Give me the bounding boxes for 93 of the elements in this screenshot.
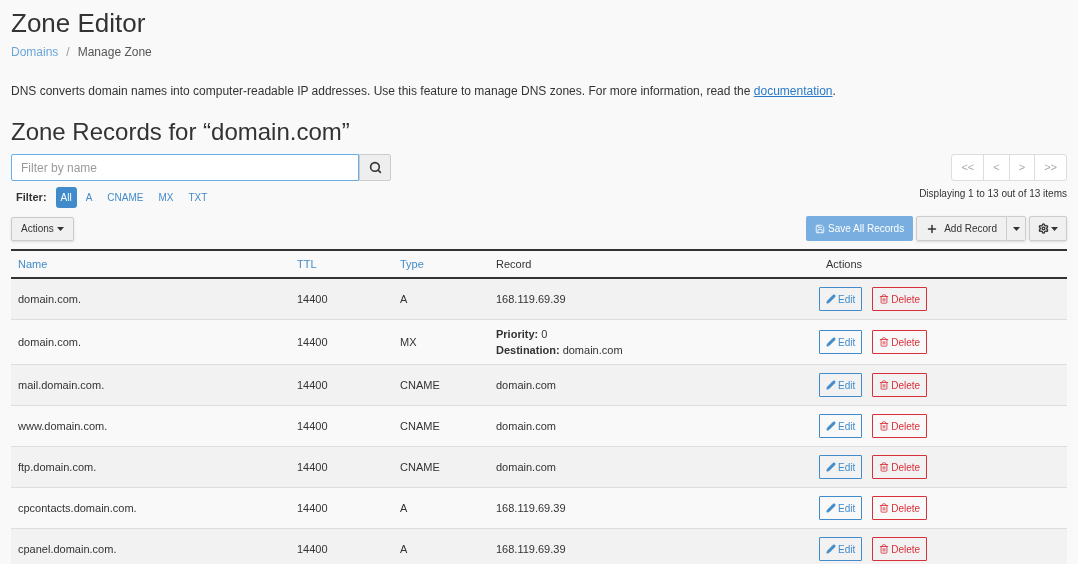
edit-button[interactable]: Edit bbox=[819, 373, 863, 397]
table-cell-text: 14400 bbox=[296, 377, 329, 393]
delete-button[interactable]: Delete bbox=[872, 496, 928, 520]
table-cell-text: 14400 bbox=[296, 500, 329, 516]
filter-option[interactable]: All bbox=[55, 187, 77, 208]
pagination-button[interactable]: < bbox=[983, 155, 1009, 180]
search-field[interactable]: Filter by name bbox=[11, 154, 359, 181]
table-cell-text: domain.com bbox=[495, 418, 557, 434]
table-cell-text: 168.119.69.39 bbox=[495, 500, 567, 516]
table-cell-text: CNAME bbox=[399, 459, 441, 475]
table-cell-text: A bbox=[399, 500, 409, 516]
description-text: DNS converts domain names into computer-readable IP addresses. Use this feature to manage DNS zones. For more information, read the documentation. bbox=[11, 83, 837, 100]
trash-icon bbox=[879, 294, 890, 304]
save-all-button[interactable]: Save All Records bbox=[806, 216, 914, 241]
column-header: Actions bbox=[825, 256, 864, 272]
caret-icon bbox=[1051, 226, 1058, 231]
table-cell-text: A bbox=[399, 541, 409, 557]
search-icon bbox=[368, 161, 382, 174]
edit-button[interactable]: Edit bbox=[819, 537, 863, 561]
trash-icon bbox=[879, 503, 890, 513]
table-cell-text: domain.com bbox=[495, 377, 557, 393]
table-cell-text: CNAME bbox=[399, 377, 441, 393]
filter-option[interactable]: CNAME bbox=[101, 187, 150, 208]
column-header: Record bbox=[495, 256, 533, 272]
pagination-button[interactable]: << bbox=[952, 155, 984, 180]
pencil-icon bbox=[826, 503, 836, 513]
table-cell-text: www.domain.com. bbox=[17, 418, 109, 434]
table-cell-text: Destination: domain.com bbox=[496, 343, 624, 358]
column-header[interactable]: Type bbox=[393, 255, 489, 273]
delete-button[interactable]: Delete bbox=[872, 330, 928, 354]
section-title: Zone Records for “domain.com” bbox=[11, 117, 351, 147]
table-cell-text: MX bbox=[399, 334, 418, 350]
settings-icon bbox=[1038, 223, 1049, 234]
page-title: Zone Editor bbox=[11, 7, 147, 39]
table-cell-text: A bbox=[399, 291, 409, 307]
table-cell-text: Priority: 0 bbox=[496, 327, 549, 342]
delete-button[interactable]: Delete bbox=[872, 373, 928, 397]
edit-button[interactable]: Edit bbox=[819, 496, 863, 520]
pagination-button[interactable]: > bbox=[1008, 155, 1035, 180]
pencil-icon bbox=[826, 421, 836, 431]
table-cell-text: domain.com. bbox=[17, 334, 82, 350]
table-cell-text: 14400 bbox=[296, 459, 329, 475]
edit-button[interactable]: Edit bbox=[819, 330, 863, 354]
filter-option[interactable]: A bbox=[79, 187, 99, 208]
pencil-icon bbox=[826, 294, 836, 304]
add-record-button[interactable]: Add Record bbox=[916, 216, 1007, 241]
pagination-button[interactable]: >> bbox=[1034, 155, 1066, 180]
trash-icon bbox=[879, 380, 890, 390]
delete-button[interactable]: Delete bbox=[872, 287, 928, 311]
search-button[interactable] bbox=[359, 154, 391, 181]
delete-button[interactable]: Delete bbox=[872, 414, 928, 438]
trash-icon bbox=[879, 462, 890, 472]
edit-button[interactable]: Edit bbox=[819, 455, 863, 479]
table-cell-text: mail.domain.com. bbox=[17, 377, 106, 393]
dropdown-toggle[interactable] bbox=[1007, 216, 1026, 241]
actions-button[interactable]: Actions bbox=[11, 216, 74, 241]
settings-button[interactable] bbox=[1029, 216, 1067, 241]
filter-option[interactable]: MX bbox=[152, 187, 180, 208]
filter-label: Filter: bbox=[16, 190, 47, 206]
breadcrumb-separator: / bbox=[65, 44, 71, 61]
table-cell-text: 14400 bbox=[296, 291, 329, 307]
trash-icon bbox=[879, 337, 890, 347]
table-cell-text: 14400 bbox=[296, 334, 329, 350]
breadcrumb-item: Manage Zone bbox=[77, 44, 152, 61]
trash-icon bbox=[879, 544, 890, 554]
pencil-icon bbox=[826, 462, 836, 472]
filter-option[interactable]: TXT bbox=[182, 187, 214, 208]
edit-button[interactable]: Edit bbox=[819, 287, 863, 311]
pencil-icon bbox=[826, 337, 836, 347]
caret-icon bbox=[56, 226, 64, 231]
table-cell-text: CNAME bbox=[399, 418, 441, 434]
pagination-summary: Displaying 1 to 13 out of 13 items bbox=[919, 187, 1067, 201]
table-cell-text: 168.119.69.39 bbox=[495, 291, 567, 307]
table-cell-text: cpcontacts.domain.com. bbox=[17, 500, 138, 516]
table-cell-text: 14400 bbox=[296, 418, 329, 434]
table-cell-text: ftp.domain.com. bbox=[17, 459, 98, 475]
pencil-icon bbox=[826, 380, 836, 390]
table-cell-text: domain.com bbox=[495, 459, 557, 475]
column-header[interactable]: TTL bbox=[290, 255, 393, 273]
edit-button[interactable]: Edit bbox=[819, 414, 863, 438]
table-cell-text: 168.119.69.39 bbox=[495, 541, 567, 557]
table-cell-text: domain.com. bbox=[17, 291, 82, 307]
table-cell-text: cpanel.domain.com. bbox=[17, 541, 118, 557]
caret-icon bbox=[1012, 226, 1020, 231]
plus-icon bbox=[926, 222, 939, 235]
table-cell-text: 14400 bbox=[296, 541, 329, 557]
trash-icon bbox=[879, 421, 890, 431]
pencil-icon bbox=[826, 544, 836, 554]
column-header[interactable]: Name bbox=[11, 255, 290, 273]
delete-button[interactable]: Delete bbox=[872, 537, 928, 561]
delete-button[interactable]: Delete bbox=[872, 455, 928, 479]
breadcrumb-link[interactable]: Domains bbox=[11, 43, 59, 61]
documentation-link[interactable]: documentation bbox=[753, 84, 833, 98]
